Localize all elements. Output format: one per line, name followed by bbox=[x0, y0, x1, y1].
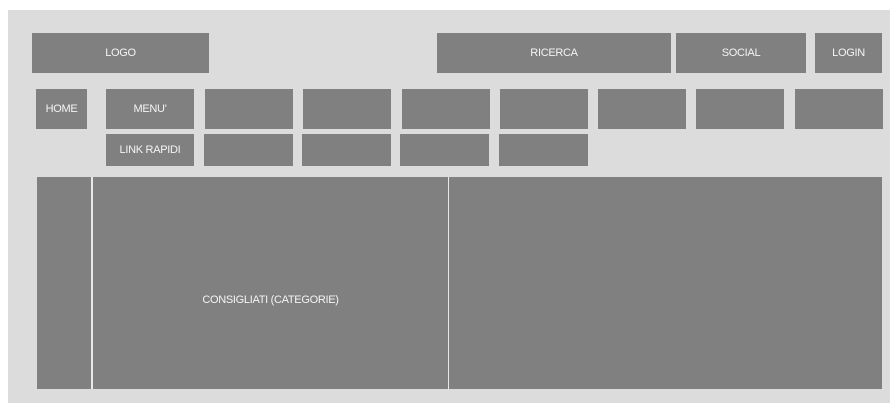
search-block[interactable]: RICERCA bbox=[437, 33, 671, 73]
menu-item-5[interactable] bbox=[598, 89, 686, 129]
menu-item-4[interactable] bbox=[500, 89, 588, 129]
quick-link-2[interactable] bbox=[302, 134, 391, 166]
logo-block[interactable]: LOGO bbox=[32, 33, 209, 73]
login-block[interactable]: LOGIN bbox=[815, 33, 882, 73]
menu-item-7[interactable] bbox=[795, 89, 883, 129]
quick-link-4[interactable] bbox=[499, 134, 588, 166]
recommended-categories-label: CONSIGLIATI (CATEGORIE) bbox=[202, 294, 339, 306]
menu-item-6[interactable] bbox=[696, 89, 784, 129]
menu-item-2[interactable] bbox=[303, 89, 391, 129]
wireframe-canvas: LOGO RICERCA SOCIAL LOGIN HOME MENU' LIN… bbox=[8, 10, 890, 403]
quick-links-block[interactable]: LINK RAPIDI bbox=[106, 134, 194, 166]
quick-link-3[interactable] bbox=[400, 134, 489, 166]
middle-column-divider bbox=[448, 177, 449, 389]
social-block[interactable]: SOCIAL bbox=[676, 33, 806, 73]
menu-item-3[interactable] bbox=[402, 89, 490, 129]
quick-link-1[interactable] bbox=[204, 134, 293, 166]
home-block[interactable]: HOME bbox=[36, 89, 87, 129]
menu-block[interactable]: MENU' bbox=[106, 89, 194, 129]
menu-item-1[interactable] bbox=[205, 89, 293, 129]
